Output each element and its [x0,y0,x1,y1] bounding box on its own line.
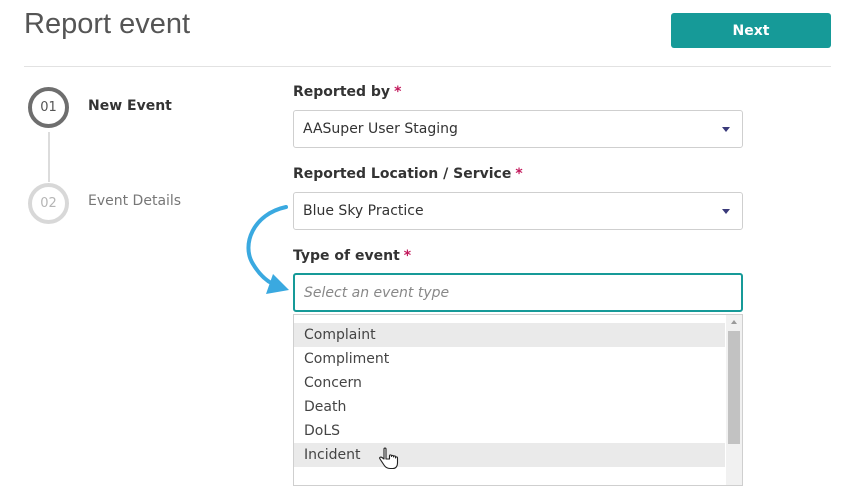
event-type-input[interactable] [293,273,743,312]
required-marker: * [394,84,402,100]
chevron-down-icon [722,209,730,214]
required-marker: * [515,166,523,182]
location-value: Blue Sky Practice [303,203,424,219]
step-2-label[interactable]: Event Details [88,193,181,209]
dropdown-option-death[interactable]: Death [294,395,725,419]
event-type-label: Type of event * [293,248,411,264]
dropdown-option-complaint[interactable]: Complaint [294,323,725,347]
location-label-text: Reported Location / Service [293,166,512,182]
chevron-down-icon [722,127,730,132]
reported-by-select[interactable]: AASuper User Staging [293,110,743,148]
reported-by-label-text: Reported by [293,84,391,100]
reported-by-label: Reported by * [293,84,401,100]
header-divider [24,66,831,67]
hand-pointer-cursor-icon [379,447,399,470]
dropdown-option-incident[interactable]: Incident [294,443,725,467]
curved-arrow-annotation-icon [246,205,289,294]
scrollbar-thumb[interactable] [728,331,740,444]
step-2-circle[interactable]: 02 [28,183,69,224]
event-type-label-text: Type of event [293,248,400,264]
required-marker: * [403,248,412,264]
scroll-up-icon[interactable] [731,320,737,324]
event-type-dropdown[interactable]: Complaint Compliment Concern Death DoLS … [293,314,743,486]
dropdown-option-dols[interactable]: DoLS [294,419,725,443]
stepper-connector [48,132,50,182]
page-title: Report event [24,8,191,40]
dropdown-option-compliment[interactable]: Compliment [294,347,725,371]
step-1-circle[interactable]: 01 [28,87,69,128]
location-label: Reported Location / Service * [293,166,523,182]
dropdown-scrollbar[interactable] [726,315,742,485]
location-select[interactable]: Blue Sky Practice [293,192,743,230]
next-button[interactable]: Next [671,13,831,48]
dropdown-option-concern[interactable]: Concern [294,371,725,395]
step-1-label[interactable]: New Event [88,98,172,114]
reported-by-value: AASuper User Staging [303,121,458,137]
